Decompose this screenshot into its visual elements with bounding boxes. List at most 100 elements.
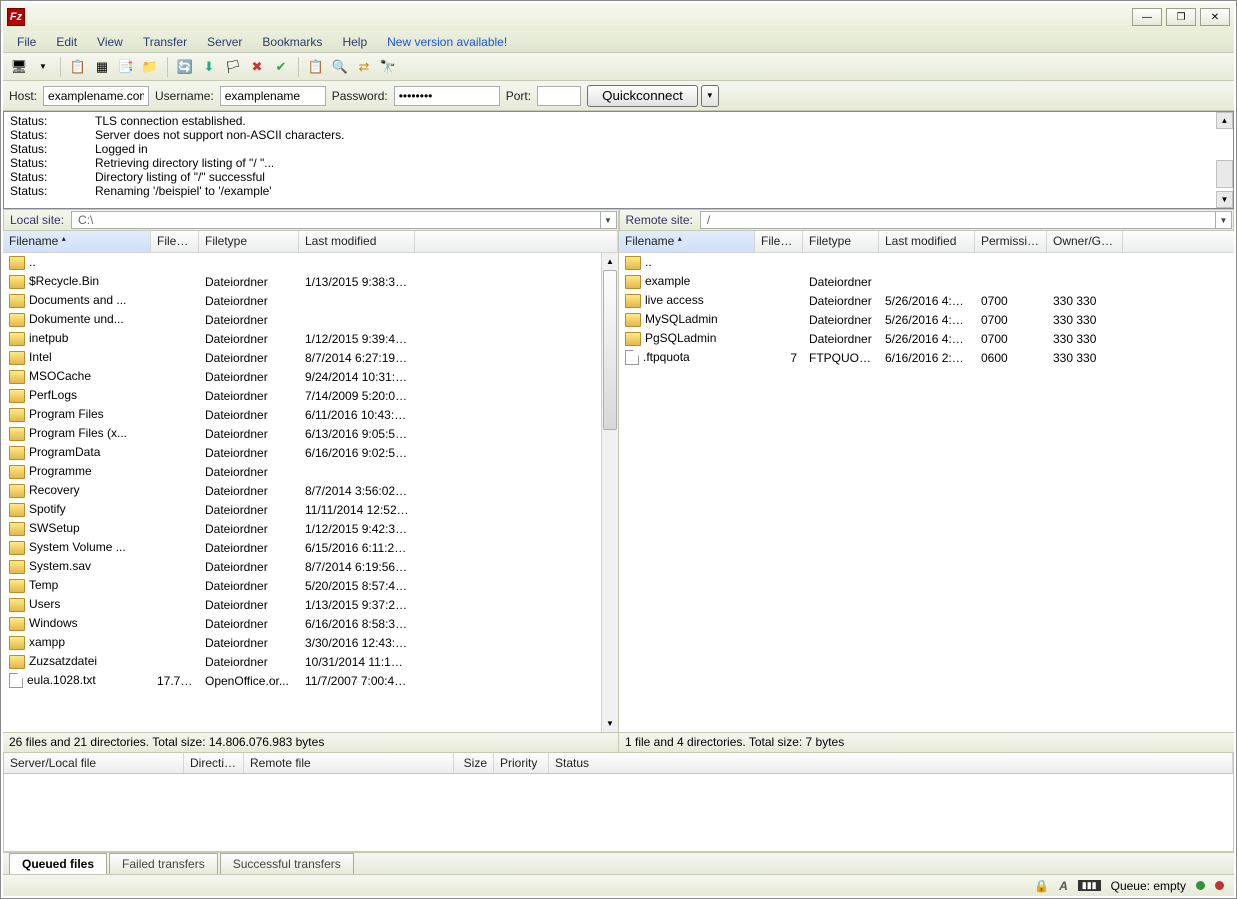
- compare-icon[interactable]: ⇄: [354, 57, 374, 77]
- list-item[interactable]: inetpubDateiordner1/12/2015 9:39:43 ...: [3, 329, 618, 348]
- close-button[interactable]: ✕: [1200, 8, 1230, 26]
- remote-site-path[interactable]: /▼: [700, 211, 1232, 229]
- remote-col-modified[interactable]: Last modified: [879, 231, 975, 252]
- local-file-list[interactable]: ..$Recycle.BinDateiordner1/13/2015 9:38:…: [3, 253, 618, 732]
- list-item[interactable]: ..: [3, 253, 618, 272]
- remote-col-filetype[interactable]: Filetype: [803, 231, 879, 252]
- scroll-down-icon[interactable]: ▼: [602, 715, 618, 732]
- queue-col-server[interactable]: Server/Local file: [4, 753, 184, 773]
- list-item[interactable]: RecoveryDateiordner8/7/2014 3:56:02 PM: [3, 481, 618, 500]
- menu-transfer[interactable]: Transfer: [135, 33, 195, 51]
- remote-col-filesize[interactable]: Filesize: [755, 231, 803, 252]
- local-col-modified[interactable]: Last modified: [299, 231, 415, 252]
- local-site-path[interactable]: C:\▼: [71, 211, 616, 229]
- list-item[interactable]: $Recycle.BinDateiordner1/13/2015 9:38:33…: [3, 272, 618, 291]
- tab-failed-transfers[interactable]: Failed transfers: [109, 853, 218, 874]
- menu-file[interactable]: File: [9, 33, 44, 51]
- menu-view[interactable]: View: [89, 33, 131, 51]
- site-dropdown-icon[interactable]: ▼: [33, 57, 53, 77]
- list-item[interactable]: SpotifyDateiordner11/11/2014 12:52:1...: [3, 500, 618, 519]
- list-item[interactable]: xamppDateiordner3/30/2016 12:43:44:...: [3, 633, 618, 652]
- list-item[interactable]: Program Files (x...Dateiordner6/13/2016 …: [3, 424, 618, 443]
- log-scroll-up-icon[interactable]: ▲: [1216, 112, 1233, 129]
- menu-help[interactable]: Help: [334, 33, 375, 51]
- speed-limit-icon[interactable]: A: [1059, 879, 1068, 893]
- list-item[interactable]: eula.1028.txt17.734OpenOffice.or...11/7/…: [3, 671, 618, 690]
- queue-body[interactable]: [3, 774, 1234, 852]
- tab-successful-transfers[interactable]: Successful transfers: [220, 853, 354, 874]
- list-item[interactable]: SWSetupDateiordner1/12/2015 9:42:34 ...: [3, 519, 618, 538]
- list-item[interactable]: Program FilesDateiordner6/11/2016 10:43:…: [3, 405, 618, 424]
- queue-col-remote[interactable]: Remote file: [244, 753, 454, 773]
- upload-icon[interactable]: 🏳: [223, 57, 243, 77]
- list-item[interactable]: .ftpquota7FTPQUOT...6/16/2016 2:49:...06…: [619, 348, 1234, 367]
- local-col-filename[interactable]: Filename ▴: [3, 231, 151, 252]
- refresh-icon[interactable]: 📁: [140, 57, 160, 77]
- queue-col-priority[interactable]: Priority: [494, 753, 549, 773]
- quickconnect-history-dropdown[interactable]: ▼: [701, 85, 719, 107]
- quickconnect-button[interactable]: Quickconnect: [587, 85, 698, 107]
- list-item[interactable]: IntelDateiordner8/7/2014 6:27:19 PM: [3, 348, 618, 367]
- local-col-filetype[interactable]: Filetype: [199, 231, 299, 252]
- list-item[interactable]: PgSQLadminDateiordner5/26/2016 4:43:...0…: [619, 329, 1234, 348]
- queue-col-size[interactable]: Size: [454, 753, 494, 773]
- download-icon[interactable]: ⬇: [199, 57, 219, 77]
- list-item[interactable]: ProgrammeDateiordner: [3, 462, 618, 481]
- menu-server[interactable]: Server: [199, 33, 250, 51]
- menu-new-version[interactable]: New version available!: [379, 33, 515, 51]
- local-scrollbar[interactable]: ▲ ▼: [601, 253, 618, 732]
- toggle-queue-icon[interactable]: 📑: [116, 57, 136, 77]
- list-item[interactable]: ZuzsatzdateiDateiordner10/31/2014 11:15:…: [3, 652, 618, 671]
- scroll-up-icon[interactable]: ▲: [602, 253, 618, 270]
- site-manager-button[interactable]: 🖥: [9, 57, 29, 77]
- username-input[interactable]: [220, 86, 326, 106]
- list-item[interactable]: MSOCacheDateiordner9/24/2014 10:31:48:..…: [3, 367, 618, 386]
- scroll-thumb[interactable]: [603, 270, 617, 430]
- titlebar[interactable]: Fz — ❐ ✕: [3, 3, 1234, 31]
- password-input[interactable]: [394, 86, 500, 106]
- message-log[interactable]: Status:TLS connection established.Status…: [3, 111, 1234, 209]
- list-item[interactable]: live accessDateiordner5/26/2016 4:43:...…: [619, 291, 1234, 310]
- queue-col-status[interactable]: Status: [549, 753, 1233, 773]
- remote-col-permissions[interactable]: Permissions: [975, 231, 1047, 252]
- port-input[interactable]: [537, 86, 581, 106]
- sync-browse-icon[interactable]: 🔄: [175, 57, 195, 77]
- lock-icon[interactable]: 🔒: [1034, 879, 1049, 893]
- list-item[interactable]: ProgramDataDateiordner6/16/2016 9:02:56 …: [3, 443, 618, 462]
- log-scroll-thumb[interactable]: [1216, 160, 1233, 188]
- list-item[interactable]: MySQLadminDateiordner5/26/2016 4:43:...0…: [619, 310, 1234, 329]
- list-item[interactable]: Dokumente und...Dateiordner: [3, 310, 618, 329]
- tab-queued-files[interactable]: Queued files: [9, 853, 107, 874]
- list-item[interactable]: Documents and ...Dateiordner: [3, 291, 618, 310]
- list-item[interactable]: TempDateiordner5/20/2015 8:57:42 ...: [3, 576, 618, 595]
- menu-edit[interactable]: Edit: [48, 33, 85, 51]
- cancel-icon[interactable]: ✖: [247, 57, 267, 77]
- folder-icon: [9, 579, 25, 593]
- list-item[interactable]: exampleDateiordner: [619, 272, 1234, 291]
- maximize-button[interactable]: ❐: [1166, 8, 1196, 26]
- list-item[interactable]: PerfLogsDateiordner7/14/2009 5:20:08 ...: [3, 386, 618, 405]
- disconnect-icon[interactable]: ✔: [271, 57, 291, 77]
- filter-icon[interactable]: 📋: [306, 57, 326, 77]
- remote-col-owner[interactable]: Owner/Gro...: [1047, 231, 1123, 252]
- queue-col-direction[interactable]: Direction: [184, 753, 244, 773]
- binoculars-icon[interactable]: 🔭: [378, 57, 398, 77]
- local-path-dropdown-icon[interactable]: ▼: [600, 212, 616, 228]
- list-item[interactable]: WindowsDateiordner6/16/2016 8:58:35 ...: [3, 614, 618, 633]
- remote-path-dropdown-icon[interactable]: ▼: [1215, 212, 1231, 228]
- transfer-mode-icon[interactable]: ▮▮▮: [1078, 880, 1101, 891]
- list-item[interactable]: System Volume ...Dateiordner6/15/2016 6:…: [3, 538, 618, 557]
- remote-col-filename[interactable]: Filename ▴: [619, 231, 755, 252]
- log-scroll-down-icon[interactable]: ▼: [1216, 191, 1233, 208]
- local-col-filesize[interactable]: Filesize: [151, 231, 199, 252]
- remote-file-list[interactable]: ..exampleDateiordnerlive accessDateiordn…: [619, 253, 1234, 732]
- minimize-button[interactable]: —: [1132, 8, 1162, 26]
- list-item[interactable]: UsersDateiordner1/13/2015 9:37:25 ...: [3, 595, 618, 614]
- toggle-log-icon[interactable]: 📋: [68, 57, 88, 77]
- search-icon[interactable]: 🔍: [330, 57, 350, 77]
- toggle-tree-icon[interactable]: ▦: [92, 57, 112, 77]
- host-input[interactable]: [43, 86, 149, 106]
- list-item[interactable]: System.savDateiordner8/7/2014 6:19:56 PM: [3, 557, 618, 576]
- list-item[interactable]: ..: [619, 253, 1234, 272]
- menu-bookmarks[interactable]: Bookmarks: [254, 33, 330, 51]
